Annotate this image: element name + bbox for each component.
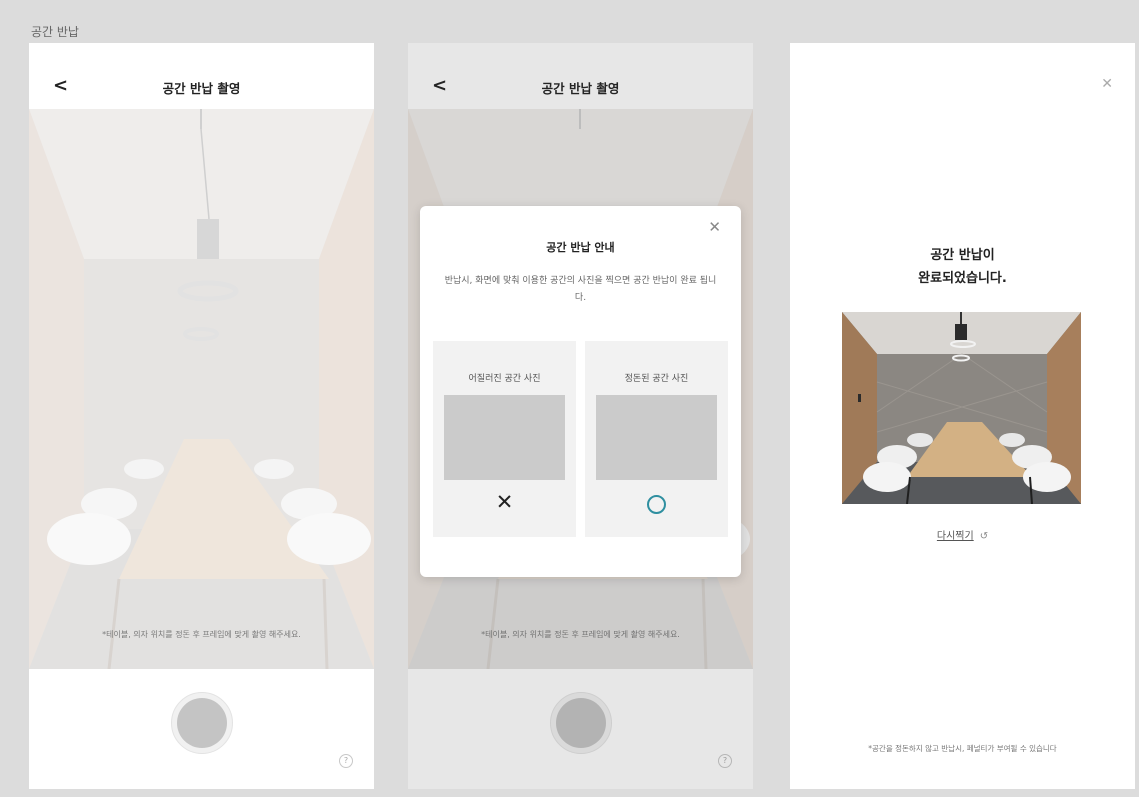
penalty-notice: *공간을 정돈하지 않고 반납시, 페널티가 부여될 수 있습니다 <box>868 744 1057 753</box>
returned-space-photo <box>842 312 1081 504</box>
screen-capture: < 공간 반납 촬영 *테이블, 의자 위치를 정돈 후 프레임에 맞게 촬영 … <box>29 43 374 789</box>
close-icon[interactable]: ✕ <box>708 220 721 235</box>
page-label: 공간 반납 <box>31 25 79 39</box>
header-title: 공간 반납 촬영 <box>162 81 241 96</box>
complete-title-line2: 완료되었습니다. <box>918 271 1007 286</box>
good-example-label: 정돈된 공간 사진 <box>624 374 689 384</box>
screen-capture-guide: < 공간 반납 촬영 *테이블, 의자 위치를 정돈 후 프레임에 맞게 촬영 … <box>408 43 753 789</box>
guide-modal: ✕ 공간 반납 안내 반납시, 화면에 맞춰 이용한 공간의 사진을 찍으면 공… <box>420 206 741 577</box>
retake-link[interactable]: 다시찍기 ↺ <box>790 527 1135 542</box>
camera-controls: ? <box>29 669 374 789</box>
circle-check-icon <box>647 495 666 514</box>
complete-title-line1: 공간 반납이 <box>930 248 995 263</box>
bad-example-card: 어질러진 공간 사진 ✕ <box>433 341 576 537</box>
retake-label: 다시찍기 <box>936 531 974 542</box>
bad-example-image <box>444 395 565 480</box>
room-photo-faded <box>29 109 374 669</box>
shutter-inner <box>177 698 227 748</box>
capture-hint: *테이블, 의자 위치를 정돈 후 프레임에 맞게 촬영 해주세요. <box>102 630 301 639</box>
modal-description: 반납시, 화면에 맞춰 이용한 공간의 사진을 찍으면 공간 반납이 완료 됩니… <box>444 276 717 303</box>
header: < 공간 반납 촬영 <box>29 43 374 109</box>
good-example-card: 정돈된 공간 사진 <box>585 341 728 537</box>
camera-viewfinder <box>29 109 374 669</box>
modal-title: 공간 반납 안내 <box>546 241 615 254</box>
meeting-room-photo <box>842 312 1081 504</box>
undo-icon: ↺ <box>979 531 989 542</box>
bad-example-label: 어질러진 공간 사진 <box>468 374 541 384</box>
shutter-button[interactable] <box>171 692 233 754</box>
complete-title: 공간 반납이 완료되었습니다. <box>790 244 1135 290</box>
good-example-image <box>596 395 717 480</box>
close-icon[interactable]: ✕ <box>1101 77 1113 91</box>
x-mark-icon: ✕ <box>495 490 514 514</box>
question-icon[interactable]: ? <box>339 754 353 768</box>
screen-return-complete: ✕ 공간 반납이 완료되었습니다. 다시찍기 ↺ *공간을 정돈하지 않고 반납… <box>790 43 1135 789</box>
